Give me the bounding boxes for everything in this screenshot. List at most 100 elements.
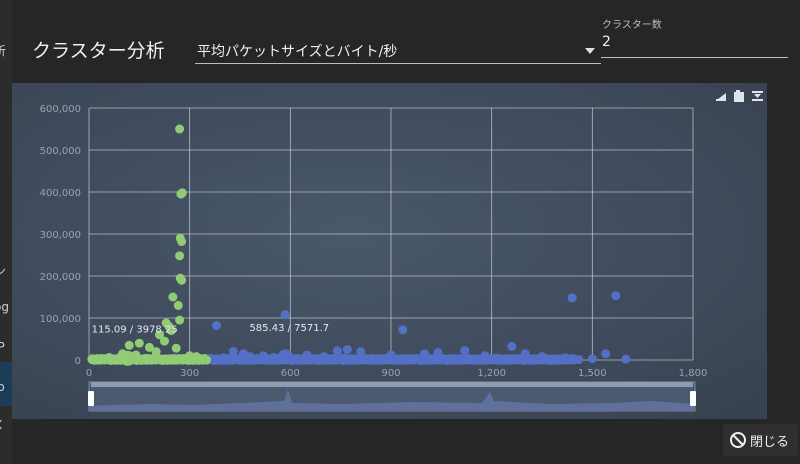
restore-icon[interactable] (716, 93, 726, 101)
bg-fragment: 析 (0, 44, 7, 58)
x-tick-label: 600 (281, 368, 300, 379)
close-button[interactable]: 閉じる (723, 424, 798, 456)
y-tick-label: 200,000 (40, 272, 81, 283)
y-tick-label: 0 (75, 356, 81, 367)
scatter-point (111, 355, 121, 365)
scatter-point (177, 275, 187, 285)
scatter-point (138, 355, 148, 365)
y-tick-label: 500,000 (40, 146, 81, 157)
x-tick-label: 300 (180, 368, 199, 379)
scatter-point (587, 354, 597, 364)
scatter-point (173, 300, 183, 310)
cluster-count-field[interactable]: クラスター数 2 (601, 14, 788, 58)
scatter-point (212, 321, 222, 331)
scatter-point (176, 189, 186, 199)
x-axis: 0 300 600 900 1,200 1,500 1,800 (86, 368, 708, 379)
scatter-point (356, 347, 366, 357)
y-axis: 0 100,000 200,000 300,000 400,000 500,000 600,… (40, 104, 81, 367)
scatter-point (574, 355, 584, 365)
scatter-point (507, 342, 517, 352)
scatter-point (446, 354, 456, 364)
save-image-icon[interactable] (752, 91, 763, 101)
scatter-point (487, 355, 497, 365)
data-zoom-left-handle[interactable] (88, 391, 94, 406)
dropdown-arrow-icon[interactable] (585, 48, 595, 54)
scatter-point (433, 347, 443, 357)
x-tick-label: 1,500 (578, 368, 607, 379)
y-tick-label: 600,000 (40, 104, 81, 115)
scatter-point (160, 336, 169, 346)
block-icon (730, 432, 746, 448)
scatter-point (245, 352, 255, 362)
scatter-point (339, 353, 349, 363)
data-view-icon[interactable] (734, 90, 744, 102)
scatter-point (366, 353, 376, 363)
data-zoom-slider[interactable] (88, 381, 696, 412)
dialog-title: クラスター分析 (32, 40, 165, 62)
metric-select-value: 平均パケットサイズとバイト/秒 (197, 44, 398, 60)
centroid-label: 585.43 / 7571.7 (249, 323, 329, 334)
background-app: 析 ン og IP lo X (0, 0, 12, 464)
scatter-point (171, 343, 181, 353)
bg-fragment: og (0, 300, 9, 314)
scatter-point (470, 354, 480, 364)
scatter-point (312, 354, 322, 364)
scatter-point (537, 352, 547, 362)
x-tick-label: 0 (86, 368, 92, 379)
scatter-point (178, 355, 188, 365)
scatter-point (601, 349, 611, 359)
centroid-point (120, 350, 136, 366)
centroid-point (277, 349, 293, 365)
chart-toolbox[interactable] (716, 90, 763, 102)
scatter-point (158, 355, 168, 365)
scatter-point (342, 345, 352, 354)
scatter-point (621, 354, 631, 364)
scatter-point (175, 124, 185, 134)
scatter-point (280, 310, 290, 320)
scatter-point (379, 354, 389, 364)
scatter-point (168, 292, 178, 302)
scatter-point (148, 355, 158, 365)
scatter-point (134, 338, 144, 348)
cluster-count-label: クラスター数 (602, 20, 662, 31)
scatter-point (218, 353, 228, 363)
scatter-point (567, 293, 577, 303)
centroid-labels: 115.09 / 3978.25 585.43 / 7571.7 (92, 323, 330, 336)
cluster-count-input[interactable]: 2 (602, 34, 611, 50)
scatter-point (352, 355, 362, 365)
scatter-point (302, 350, 312, 360)
scatter-point (611, 291, 621, 301)
close-button-label: 閉じる (750, 435, 790, 450)
scatter-point (168, 354, 178, 364)
data-zoom-handle-bar[interactable] (91, 382, 693, 387)
scatter-point (460, 346, 470, 356)
x-tick-label: 900 (381, 368, 400, 379)
scatter-point (269, 352, 279, 362)
scatter-point (332, 346, 342, 356)
bg-fragment: X (0, 418, 2, 432)
scatter-point (151, 347, 161, 357)
y-tick-label: 100,000 (40, 314, 81, 325)
scatter-point (188, 355, 198, 365)
scatter-point (201, 355, 211, 365)
y-tick-label: 300,000 (40, 230, 81, 241)
y-tick-label: 400,000 (40, 188, 81, 199)
scatter-point (175, 315, 185, 325)
scatter-point (406, 354, 416, 364)
scatter-point (91, 354, 101, 364)
scatter-chart: 0 100,000 200,000 300,000 400,000 500,000 600,… (40, 90, 763, 412)
bg-fragment: ン (0, 264, 7, 278)
scatter-point (554, 355, 564, 365)
scatter-point (258, 351, 268, 361)
scatter-point (398, 325, 408, 335)
scatter-point (124, 340, 134, 350)
chart-panel: 0 100,000 200,000 300,000 400,000 500,000 600,… (12, 83, 767, 419)
scatter-point (326, 354, 336, 364)
scatter-point (420, 355, 430, 365)
metric-select[interactable]: 平均パケットサイズとバイト/秒 (195, 36, 601, 64)
data-zoom-right-handle[interactable] (690, 391, 696, 406)
x-tick-label: 1,800 (679, 368, 708, 379)
bg-fragment: lo (0, 380, 5, 394)
scatter-point (520, 349, 530, 359)
centroid-label: 115.09 / 3978.25 (92, 324, 178, 335)
